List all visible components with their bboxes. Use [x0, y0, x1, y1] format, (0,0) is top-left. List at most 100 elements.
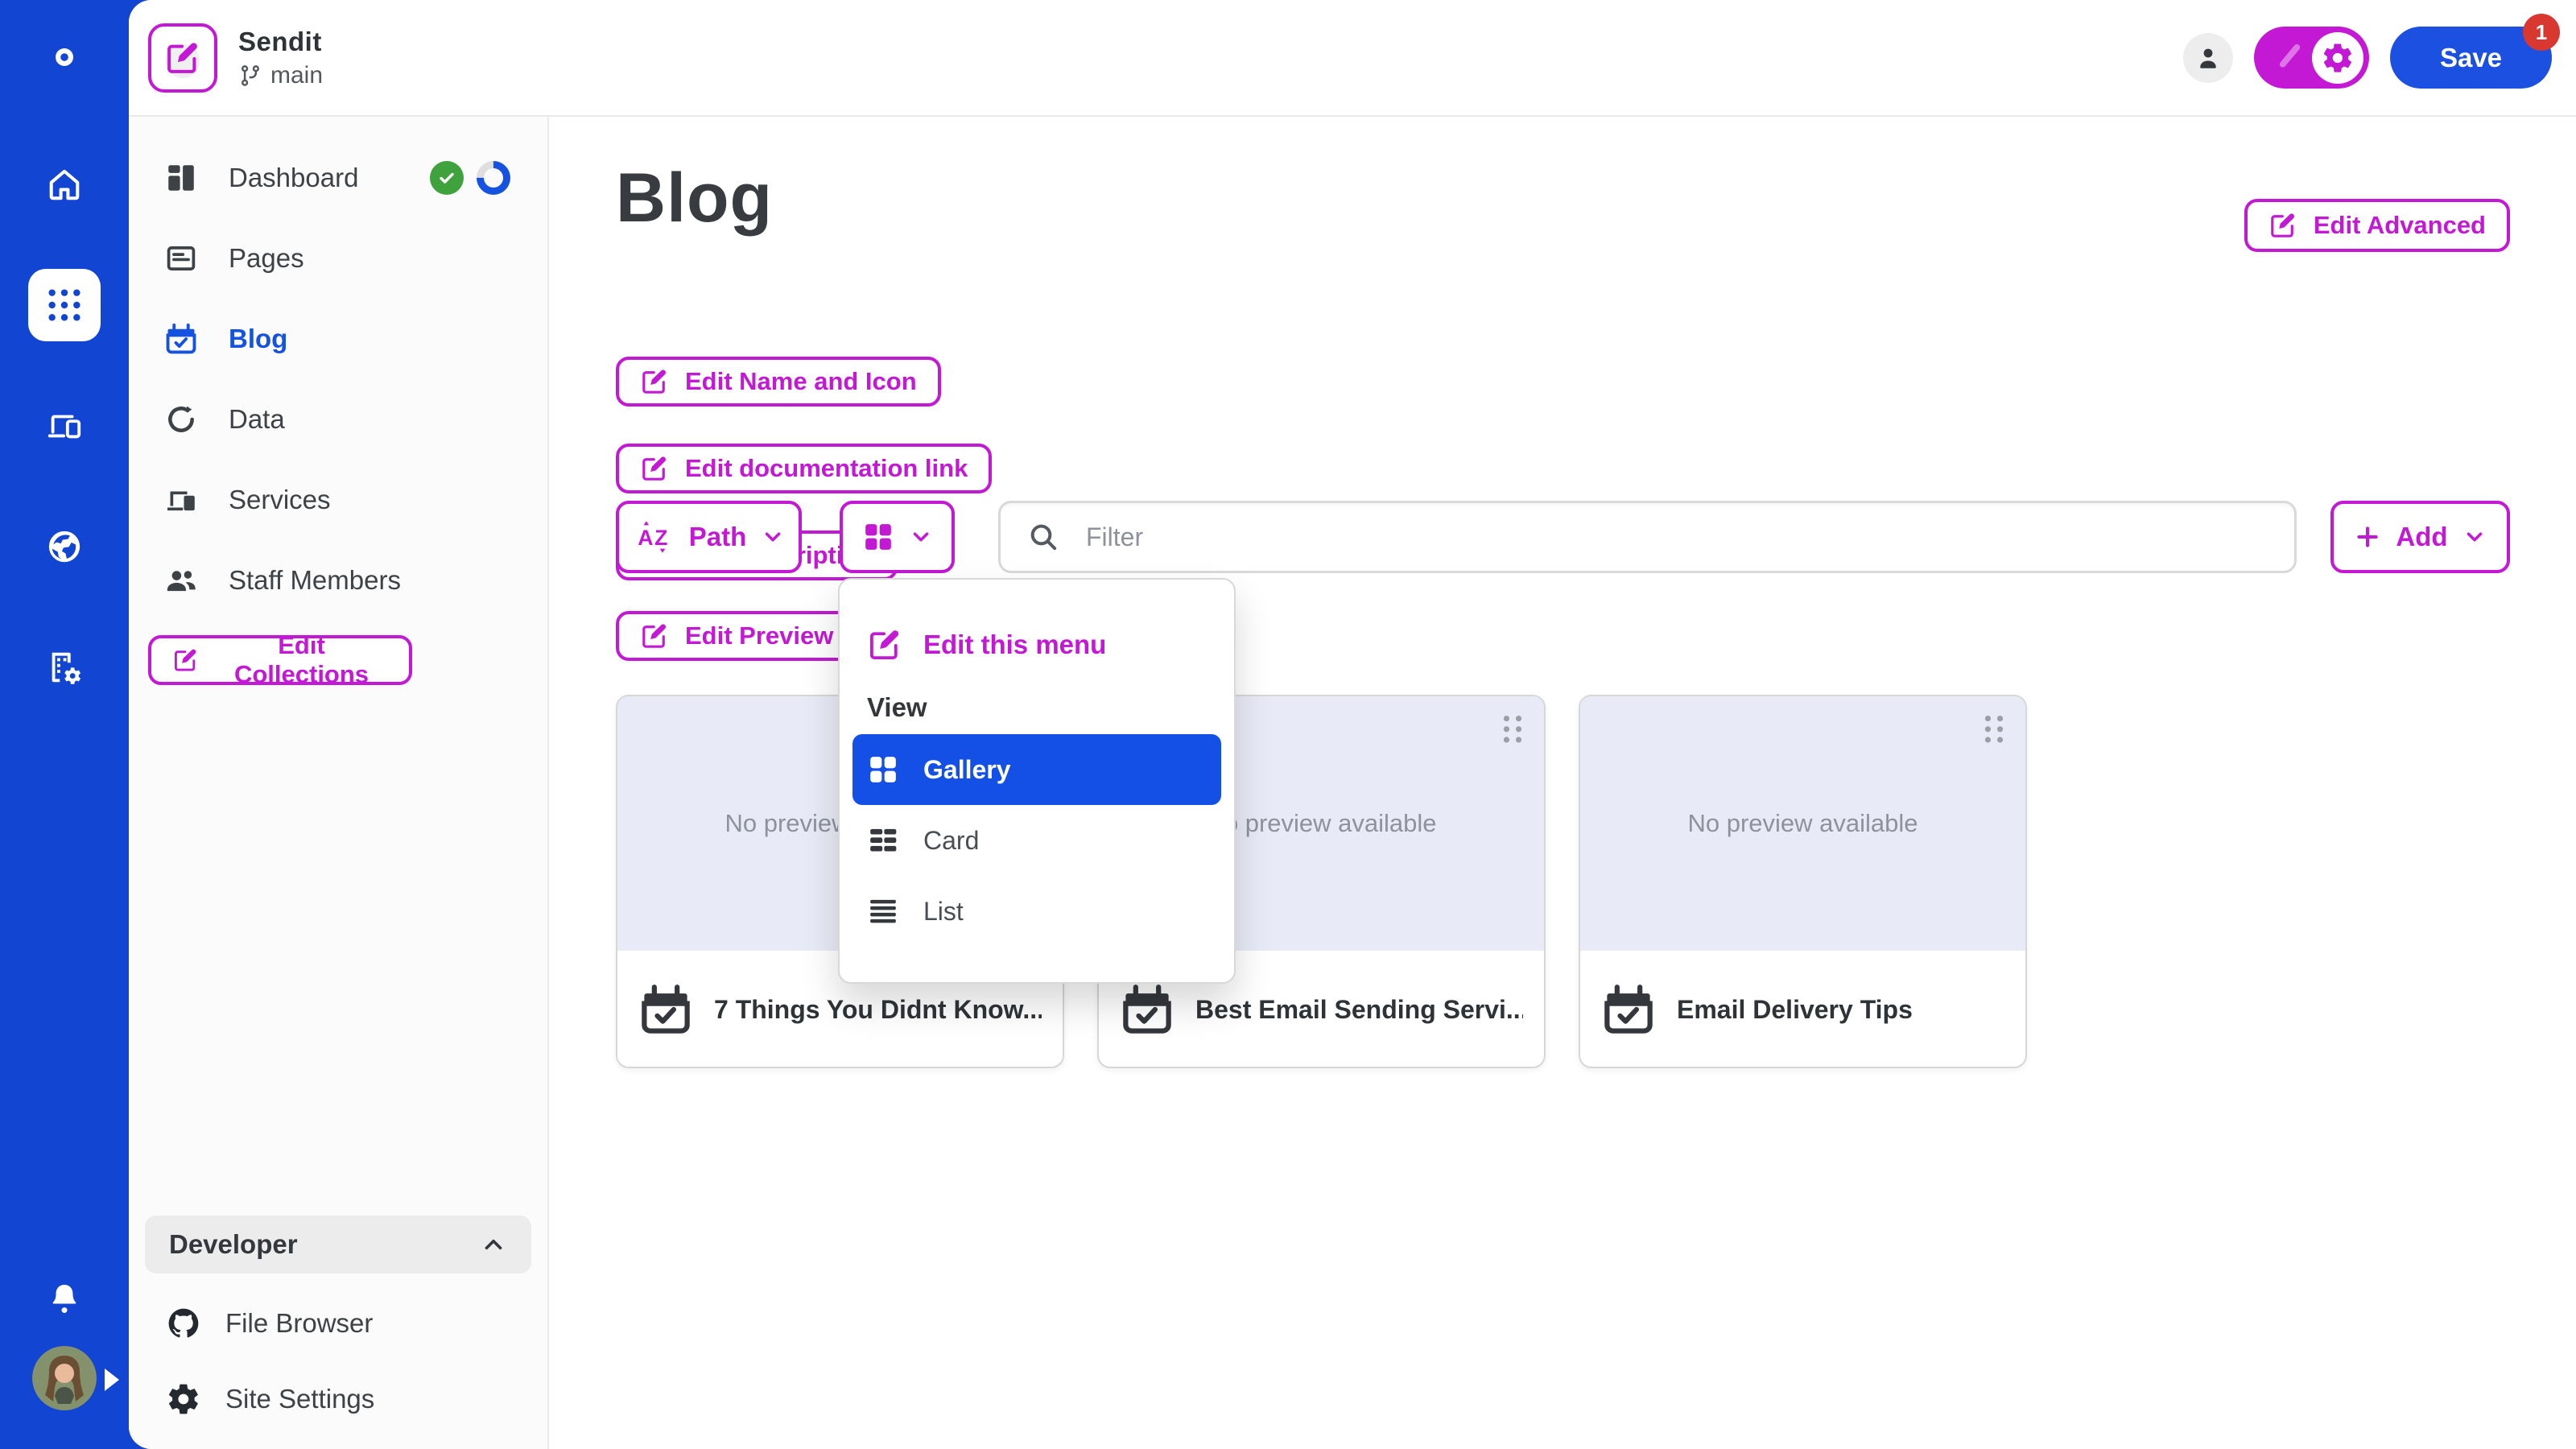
- search-icon: [1027, 521, 1059, 553]
- notifications-bell-icon[interactable]: [47, 1282, 82, 1317]
- rail-bottom: [32, 1282, 97, 1449]
- person-icon: [2194, 43, 2223, 72]
- pencil-icon: [2273, 41, 2306, 73]
- chevron-down-icon: [2462, 525, 2487, 549]
- sidebar-item-services[interactable]: Services: [164, 474, 531, 526]
- sidebar-item-dashboard[interactable]: Dashboard: [164, 152, 531, 204]
- add-button[interactable]: Add: [2330, 501, 2510, 573]
- plus-icon: [2354, 523, 2381, 551]
- icon-rail: [0, 0, 129, 1449]
- sidebar-item-file-browser[interactable]: File Browser: [166, 1298, 531, 1349]
- rail-item-devices-icon[interactable]: [28, 390, 101, 462]
- edit-preview-button[interactable]: Edit Preview: [616, 611, 857, 661]
- calendar-check-icon: [1601, 982, 1656, 1037]
- user-avatar[interactable]: [32, 1346, 97, 1410]
- app-logo[interactable]: [38, 31, 91, 84]
- gear-icon: [2321, 41, 2355, 75]
- sidebar-item-site-settings[interactable]: Site Settings: [166, 1373, 531, 1425]
- account-button[interactable]: [2183, 33, 2233, 83]
- rail-item-globe-icon[interactable]: [28, 510, 101, 583]
- unsaved-count-badge: 1: [2523, 14, 2560, 51]
- edit-icon: [640, 367, 669, 396]
- card-preview: No preview available: [1580, 696, 2025, 951]
- app-window: Sendit main Save 1: [0, 0, 2576, 1449]
- sidebar-item-label: Data: [229, 404, 285, 435]
- sidebar-item-blog[interactable]: Blog: [164, 313, 531, 365]
- grid-2x2-icon: [867, 753, 899, 786]
- sidebar-item-pages[interactable]: Pages: [164, 233, 531, 284]
- rail-item-building-gear-icon[interactable]: [28, 631, 101, 704]
- calendar-check-icon: [1120, 982, 1174, 1037]
- edit-this-menu-item[interactable]: Edit this menu: [840, 610, 1234, 679]
- edit-name-icon-button[interactable]: Edit Name and Icon: [616, 357, 941, 407]
- sort-by-path-dropdown[interactable]: AZ Path: [616, 501, 802, 573]
- edit-site-icon-button[interactable]: [148, 23, 217, 93]
- menu-option-label: Card: [923, 826, 979, 856]
- edit-icon: [640, 454, 669, 483]
- status-badges: [430, 161, 510, 195]
- drag-handle-icon[interactable]: [1980, 712, 2008, 748]
- collection-card-email-delivery-tips[interactable]: No preview available Email Delivery Tips: [1579, 695, 2027, 1068]
- site-name: Sendit: [238, 27, 323, 57]
- no-preview-text: No preview available: [1687, 809, 1918, 838]
- gear-icon: [166, 1381, 201, 1417]
- globe-icon: [46, 528, 83, 565]
- sidebar-item-staff-members[interactable]: Staff Members: [164, 555, 531, 606]
- card-rows-icon: [867, 824, 899, 857]
- sidebar-item-label: Staff Members: [229, 565, 401, 596]
- card-title: 7 Things You Didnt Know...: [714, 995, 1042, 1025]
- edit-documentation-link-button[interactable]: Edit documentation link: [616, 444, 992, 493]
- sidebar: Dashboard Pages Blog Data Services Staff…: [129, 117, 549, 1449]
- developer-collapse-header[interactable]: Developer: [145, 1216, 531, 1274]
- sidebar-item-label: Services: [229, 485, 331, 515]
- calendar-check-icon: [164, 322, 198, 356]
- branch-indicator: main: [238, 62, 323, 89]
- menu-option-gallery[interactable]: Gallery: [852, 734, 1221, 805]
- apps-grid-icon: [46, 287, 83, 324]
- calendar-check-icon: [638, 982, 693, 1037]
- main-content: Blog Edit Advanced Edit Name and Icon Ed…: [549, 117, 2576, 1449]
- edit-advanced-button[interactable]: Edit Advanced: [2244, 199, 2510, 252]
- branch-name: main: [270, 62, 323, 89]
- menu-option-label: List: [923, 897, 964, 927]
- menu-option-list[interactable]: List: [840, 876, 1234, 947]
- git-branch-icon: [238, 64, 262, 88]
- chevron-up-icon: [480, 1231, 507, 1258]
- building-gear-icon: [46, 649, 83, 686]
- edit-collections-button[interactable]: Edit Collections: [148, 635, 412, 685]
- rail-item-home-icon[interactable]: [28, 148, 101, 221]
- card-title: Best Email Sending Servi...: [1195, 995, 1523, 1025]
- list-lines-icon: [867, 895, 899, 927]
- no-preview-text: No preview available: [1206, 809, 1436, 838]
- chevron-down-icon: [761, 525, 785, 549]
- rail-nav: [28, 148, 101, 704]
- edit-icon: [2268, 211, 2297, 240]
- drag-handle-icon[interactable]: [1499, 712, 1526, 748]
- edit-icon: [172, 646, 199, 675]
- sort-alpha-icon: AZ: [633, 519, 675, 555]
- menu-option-label: Gallery: [923, 755, 1011, 785]
- people-icon: [164, 564, 198, 597]
- sidebar-item-label: Dashboard: [229, 163, 358, 193]
- menu-section-label: View: [867, 692, 1207, 723]
- home-icon: [46, 166, 83, 203]
- filter-input[interactable]: [998, 501, 2297, 573]
- sidebar-item-label: Pages: [229, 243, 304, 274]
- rail-item-apps-grid-icon[interactable]: [28, 269, 101, 341]
- sidebar-item-label: Blog: [229, 324, 287, 354]
- menu-option-card[interactable]: Card: [840, 805, 1234, 876]
- svg-text:A: A: [638, 526, 653, 550]
- edit-icon: [867, 627, 902, 663]
- content-panel: Sendit main Save 1: [129, 0, 2576, 1449]
- pages-icon: [164, 242, 198, 275]
- sidebar-item-label: File Browser: [225, 1308, 373, 1339]
- grid-2x2-icon: [862, 521, 894, 553]
- sidebar-item-data[interactable]: Data: [164, 394, 531, 445]
- view-mode-dropdown[interactable]: [840, 501, 955, 573]
- settings-knob: [2312, 32, 2363, 84]
- developer-section: Developer File Browser Site Settings: [145, 1216, 531, 1425]
- sidebar-item-label: Site Settings: [225, 1384, 374, 1414]
- publish-success-badge: [430, 161, 464, 195]
- edit-settings-mode-toggle[interactable]: [2254, 27, 2369, 89]
- sidebar-expand-arrow-icon[interactable]: [105, 1368, 119, 1391]
